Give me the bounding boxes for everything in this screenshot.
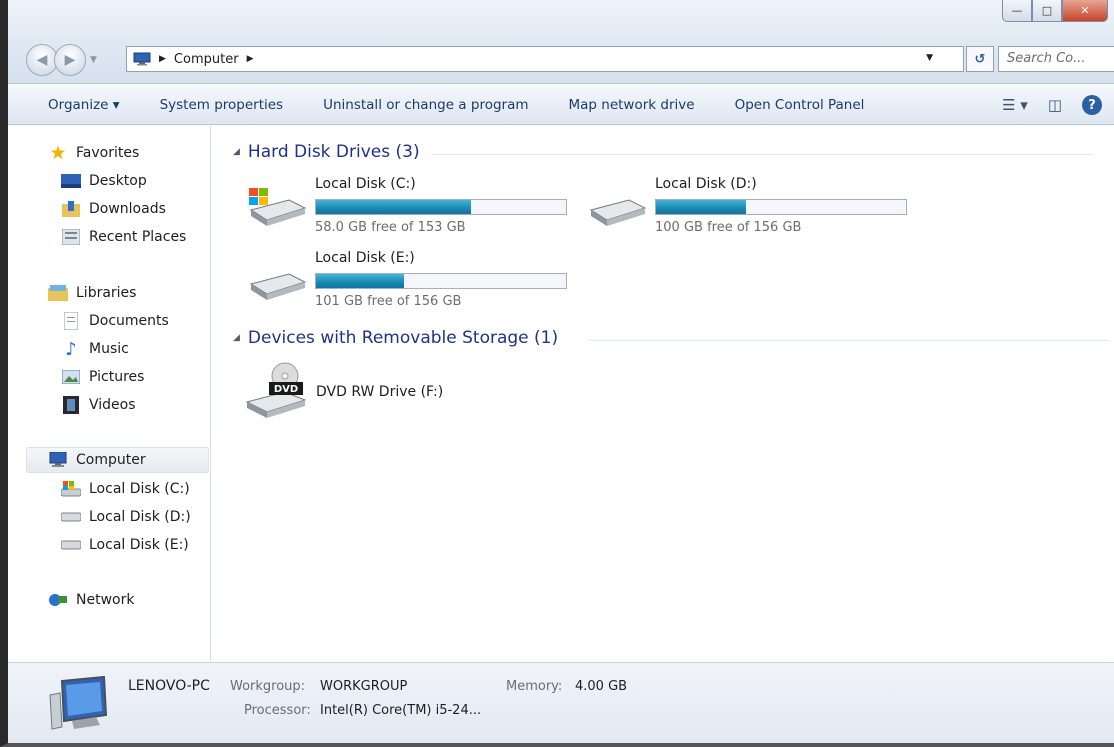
pictures-icon: [61, 368, 81, 386]
open-control-panel-button[interactable]: Open Control Panel: [715, 97, 885, 113]
memory-value: 4.00 GB: [575, 679, 628, 694]
recent-places-icon: [61, 228, 81, 246]
free-space-text: 101 GB free of 156 GB: [315, 294, 462, 309]
system-properties-button[interactable]: System properties: [140, 97, 304, 113]
command-bar: Organize ▾ System properties Uninstall o…: [8, 85, 1114, 125]
collapse-triangle-icon[interactable]: ◢: [233, 333, 240, 343]
address-bar[interactable]: ▶ Computer ▶ ▼: [126, 46, 964, 72]
maximize-button[interactable]: □: [1032, 0, 1062, 22]
forward-button[interactable]: ▶: [54, 44, 86, 76]
computer-large-icon: [49, 675, 108, 730]
group-divider: [589, 340, 1109, 341]
change-view-icon[interactable]: ☰ ▾: [1002, 96, 1028, 114]
sidebar-item-videos[interactable]: Videos: [61, 392, 136, 418]
map-network-drive-button[interactable]: Map network drive: [549, 97, 715, 113]
minimize-button[interactable]: —: [1002, 0, 1032, 22]
drive-icon: [61, 536, 81, 554]
view-controls: ☰ ▾ ◫ ?: [1002, 85, 1114, 125]
sidebar-item-downloads[interactable]: Downloads: [61, 196, 166, 222]
sidebar-item-music[interactable]: ♪ Music: [61, 336, 129, 362]
libraries-icon: [48, 284, 68, 302]
collapse-triangle-icon[interactable]: ◢: [233, 147, 240, 157]
usage-bar-fill: [316, 274, 404, 288]
star-icon: ★: [49, 142, 67, 164]
breadcrumb-chevron-icon[interactable]: ▶: [247, 54, 254, 64]
group-divider: [433, 154, 1093, 155]
address-dropdown-icon[interactable]: ▼: [926, 53, 933, 63]
navigation-row: ◀ ▶ ▼ ▶ Computer ▶ ▼ ↺ Search Co...: [26, 40, 1114, 80]
drive-icon: [61, 508, 81, 526]
dvd-drive-icon: DVD: [245, 362, 307, 418]
drive-tile-e[interactable]: Local Disk (E:) 101 GB free of 156 GB: [235, 250, 575, 314]
drive-tile-dvd[interactable]: DVD DVD RW Drive (F:): [243, 360, 483, 422]
system-drive-icon: [61, 480, 81, 498]
memory-label: Memory:: [506, 679, 563, 694]
music-note-icon: ♪: [65, 338, 77, 360]
dvd-badge: DVD: [274, 384, 298, 395]
content-pane: ◢ Hard Disk Drives (3) Local Disk (C:) 5…: [211, 126, 1114, 661]
downloads-folder-icon: [61, 200, 81, 218]
sidebar-item-computer[interactable]: Computer: [26, 447, 209, 473]
usage-bar-fill: [316, 200, 471, 214]
free-space-text: 58.0 GB free of 153 GB: [315, 220, 466, 235]
help-icon[interactable]: ?: [1082, 95, 1102, 115]
sidebar-item-favorites[interactable]: ★ Favorites: [48, 140, 139, 166]
drive-label: Local Disk (D:): [655, 176, 757, 192]
sidebar-item-documents[interactable]: Documents: [61, 308, 169, 334]
refresh-button[interactable]: ↺: [966, 46, 994, 72]
breadcrumb-separator-icon[interactable]: ▶: [159, 54, 166, 64]
usage-bar: [315, 273, 567, 289]
film-icon: [61, 396, 81, 414]
workgroup-value: WORKGROUP: [320, 679, 408, 694]
uninstall-program-button[interactable]: Uninstall or change a program: [303, 97, 548, 113]
sidebar-item-pictures[interactable]: Pictures: [61, 364, 144, 390]
usage-bar-fill: [656, 200, 746, 214]
close-button[interactable]: ✕: [1062, 0, 1108, 22]
drive-tile-c[interactable]: Local Disk (C:) 58.0 GB free of 153 GB: [235, 176, 575, 240]
drive-tile-d[interactable]: Local Disk (D:) 100 GB free of 156 GB: [575, 176, 915, 240]
window-controls: — □ ✕: [1002, 0, 1108, 22]
window-chrome: — □ ✕ ◀ ▶ ▼ ▶ Computer ▶ ▼ ↺ Search Co..…: [8, 0, 1114, 84]
drive-icon: [249, 273, 307, 300]
usage-bar: [655, 199, 907, 215]
network-icon: [48, 591, 68, 609]
usage-bar: [315, 199, 567, 215]
group-header-hdd[interactable]: ◢ Hard Disk Drives (3): [233, 142, 1093, 162]
details-pane: LENOVO-PC Workgroup: WORKGROUP Memory: 4…: [8, 662, 1114, 743]
navigation-pane: ★ Favorites Desktop Downloads Recent Pla…: [8, 126, 211, 661]
workgroup-label: Workgroup:: [230, 679, 306, 694]
search-input[interactable]: Search Co...: [998, 46, 1114, 72]
drive-icon: [589, 199, 647, 226]
sidebar-item-recent-places[interactable]: Recent Places: [61, 224, 186, 250]
preview-pane-icon[interactable]: ◫: [1048, 96, 1062, 114]
sidebar-item-disk-d[interactable]: Local Disk (D:): [61, 504, 191, 530]
drive-label: Local Disk (E:): [315, 250, 415, 266]
sidebar-item-desktop[interactable]: Desktop: [61, 168, 147, 194]
group-header-removable[interactable]: ◢ Devices with Removable Storage (1): [233, 328, 1109, 348]
sidebar-item-disk-e[interactable]: Local Disk (E:): [61, 532, 189, 558]
organize-menu[interactable]: Organize ▾: [8, 97, 140, 113]
explorer-window: — □ ✕ ◀ ▶ ▼ ▶ Computer ▶ ▼ ↺ Search Co..…: [0, 0, 1114, 747]
document-icon: [61, 312, 81, 330]
desktop-icon: [61, 172, 81, 190]
free-space-text: 100 GB free of 156 GB: [655, 220, 802, 235]
sidebar-item-network[interactable]: Network: [48, 587, 134, 613]
drive-label: DVD RW Drive (F:): [316, 384, 444, 400]
computer-icon: [133, 52, 151, 66]
computer-icon: [48, 451, 68, 469]
computer-name: LENOVO-PC: [128, 678, 210, 694]
system-drive-icon: [249, 188, 307, 226]
sidebar-item-libraries[interactable]: Libraries: [48, 280, 136, 306]
sidebar-item-disk-c[interactable]: Local Disk (C:): [61, 476, 190, 502]
drive-label: Local Disk (C:): [315, 176, 416, 192]
processor-value: Intel(R) Core(TM) i5-24...: [320, 703, 482, 718]
breadcrumb-computer[interactable]: Computer: [174, 52, 239, 67]
processor-label: Processor:: [244, 703, 311, 718]
recent-pages-dropdown-icon[interactable]: ▼: [90, 55, 97, 65]
